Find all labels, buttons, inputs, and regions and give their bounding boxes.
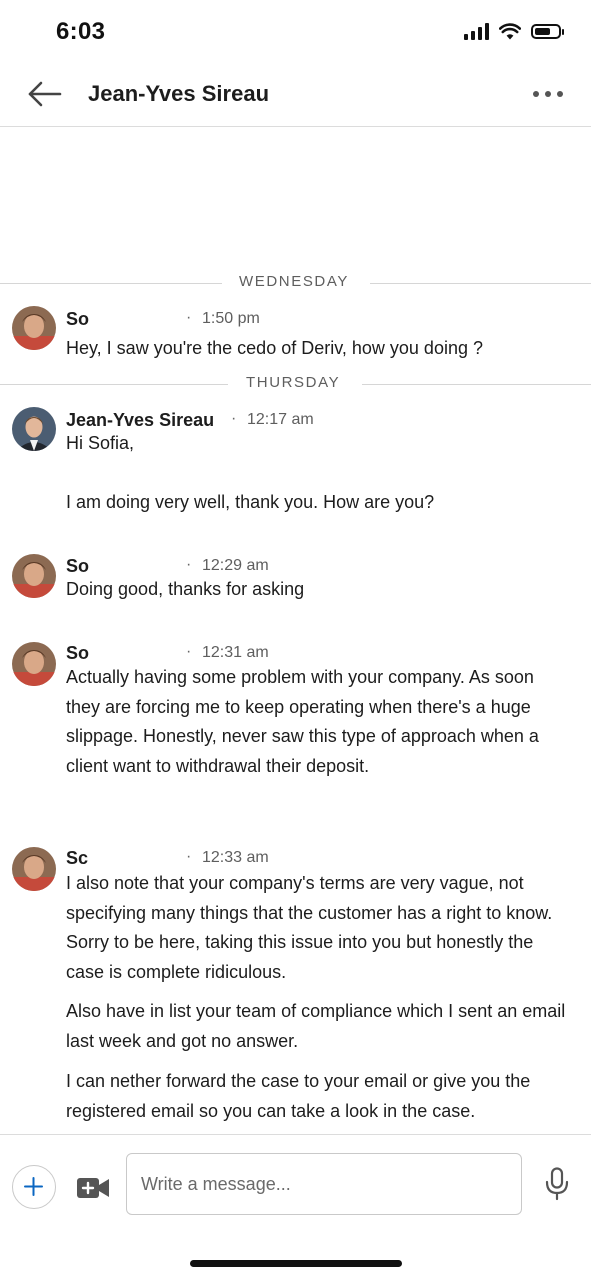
sender-name[interactable]: So [66,556,89,577]
wifi-icon [499,22,521,39]
message-text: Actually having some problem with your c… [66,667,539,776]
separator-dot: · [186,309,192,326]
day-label: WEDNESDAY [239,273,349,290]
message-item: So · 12:31 am Actually having some probl… [0,642,591,812]
message-text: Also have in list your team of complianc… [66,1001,566,1051]
arrow-left-icon[interactable] [24,76,64,112]
battery-level [535,27,550,35]
status-time: 6:03 [56,18,106,45]
sender-name[interactable]: So [66,309,89,330]
message-composer [0,1134,591,1281]
add-attachment-button[interactable] [12,1165,56,1209]
separator-dot: · [186,848,192,865]
message-item: Sc · 12:33 am I also note that your comp… [0,847,591,1127]
home-indicator [190,1260,402,1267]
message-text: I also note that your company's terms ar… [66,873,553,982]
separator-dot: · [231,410,237,427]
redaction [90,306,180,330]
message-item: So · 1:50 pm Hey, I saw you're the cedo … [0,306,591,366]
more-horizontal-icon[interactable] [531,82,565,106]
separator-dot: · [186,556,192,573]
avatar[interactable] [12,306,56,350]
day-divider-wednesday: WEDNESDAY [0,273,591,293]
day-label: THURSDAY [246,374,341,391]
microphone-icon[interactable] [544,1167,570,1201]
conversation-title[interactable]: Jean-Yves Sireau [88,81,269,107]
message-item: Jean-Yves Sireau · 12:17 am Hi Sofia, I … [0,407,591,527]
avatar[interactable] [12,847,56,891]
message-time: 1:50 pm [202,310,260,327]
message-time: 12:31 am [202,644,269,661]
message-text: Hey, I saw you're the cedo of Deriv, how… [66,338,483,358]
avatar[interactable] [12,407,56,451]
separator-dot: · [186,643,192,660]
status-icons [464,22,564,40]
avatar[interactable] [12,642,56,686]
sender-name[interactable]: Jean-Yves Sireau [66,410,214,431]
plus-icon [24,1177,43,1196]
status-bar: 6:03 [0,0,591,64]
day-divider-thursday: THURSDAY [0,374,591,394]
battery-icon [531,23,564,39]
conversation-header: Jean-Yves Sireau [0,64,591,127]
message-text: Hi Sofia, I am doing very well, thank yo… [66,433,435,512]
message-time: 12:29 am [202,557,269,574]
sender-name[interactable]: Sc [66,848,88,869]
redaction [90,847,180,871]
cellular-signal-icon [464,22,489,40]
video-plus-icon[interactable] [76,1175,110,1201]
sender-name[interactable]: So [66,643,89,664]
message-time: 12:33 am [202,849,269,866]
message-text: Doing good, thanks for asking [66,579,305,599]
avatar[interactable] [12,554,56,598]
message-text: I can nether forward the case to your em… [66,1071,531,1121]
message-item: So · 12:29 am Doing good, thanks for ask… [0,554,591,614]
message-input[interactable] [126,1153,522,1215]
message-time: 12:17 am [247,411,314,428]
